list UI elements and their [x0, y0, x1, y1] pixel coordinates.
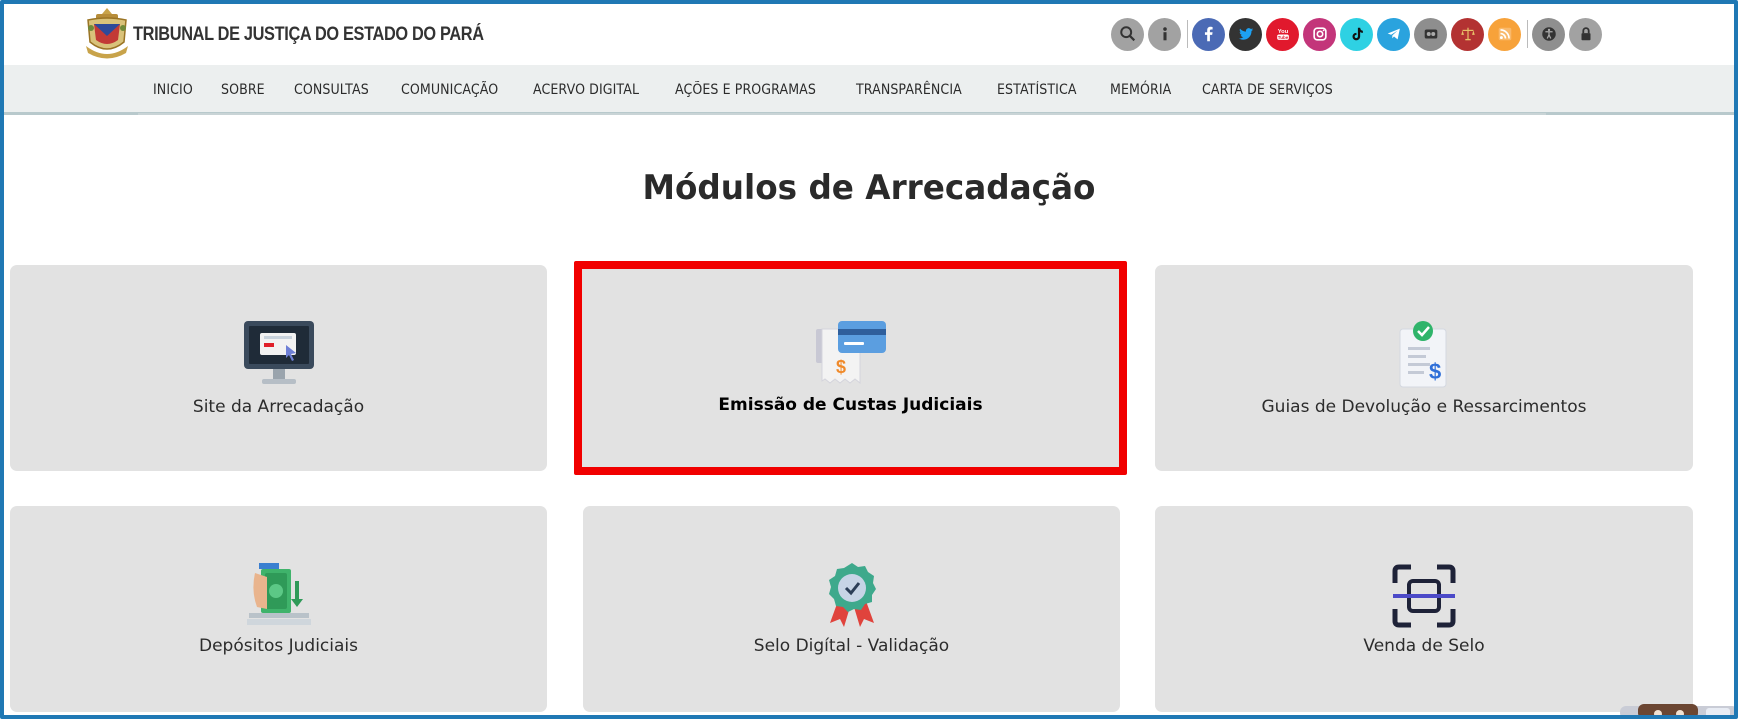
- module-card-site-arrecadacao[interactable]: Site da Arrecadação: [10, 265, 547, 471]
- module-card-label: Guias de Devolução e Ressarcimentos: [1261, 397, 1587, 417]
- brand-name[interactable]: TRIBUNAL DE JUSTIÇA DO ESTADO DO PARÁ: [133, 24, 484, 46]
- facebook-icon[interactable]: [1192, 17, 1225, 51]
- nav-menu: INICIO SOBRE CONSULTAS COMUNICAÇÃO ACERV…: [153, 65, 1371, 115]
- chat-assistant-avatar[interactable]: [1620, 704, 1738, 719]
- nav-item-sobre[interactable]: SOBRE: [221, 82, 265, 98]
- document-dollar-check-icon: $: [1394, 321, 1454, 394]
- rss-icon[interactable]: [1488, 17, 1521, 51]
- justice-scales-icon[interactable]: [1451, 17, 1484, 51]
- svg-text:$: $: [836, 357, 846, 377]
- module-card-selo-digital-validacao[interactable]: Selo Digítal - Validação: [583, 506, 1120, 712]
- nav-item-acoes-e-programas[interactable]: AÇÕES E PROGRAMAS: [675, 82, 816, 98]
- nav-item-comunicacao[interactable]: COMUNICAÇÃO: [401, 82, 498, 98]
- module-card-label: Site da Arrecadação: [192, 397, 365, 417]
- youtube-icon[interactable]: You Tube: [1266, 17, 1299, 51]
- instagram-icon[interactable]: [1303, 17, 1336, 51]
- module-card-depositos-judiciais[interactable]: Depósitos Judiciais: [10, 506, 547, 712]
- module-card-label: Depósitos Judiciais: [198, 636, 359, 656]
- info-icon[interactable]: [1148, 17, 1181, 51]
- nav-item-estatistica[interactable]: ESTATÍSTICA: [997, 82, 1077, 98]
- separator: [1527, 20, 1528, 48]
- computer-monitor-icon: [242, 319, 316, 392]
- separator: [1187, 20, 1188, 48]
- svg-text:Tube: Tube: [1277, 35, 1288, 40]
- module-card-venda-de-selo[interactable]: Venda de Selo: [1155, 506, 1693, 712]
- header-icon-bar: You Tube: [1111, 16, 1606, 52]
- nav-item-memoria[interactable]: MEMÓRIA: [1110, 82, 1171, 98]
- nav-item-transparencia[interactable]: TRANSPARÊNCIA: [856, 82, 962, 98]
- nav-item-inicio[interactable]: INICIO: [153, 82, 193, 98]
- tjpa-coat-of-arms-icon[interactable]: [82, 6, 132, 62]
- lock-icon[interactable]: [1569, 17, 1602, 51]
- module-card-guias-devolucao[interactable]: $ Guias de Devolução e Ressarcimentos: [1155, 265, 1693, 471]
- main-navigation: INICIO SOBRE CONSULTAS COMUNICAÇÃO ACERV…: [4, 65, 1734, 115]
- accessibility-icon[interactable]: [1532, 17, 1565, 51]
- award-badge-icon: [822, 561, 882, 634]
- search-icon[interactable]: [1111, 17, 1144, 51]
- module-card-label: Emissão de Custas Judiciais: [718, 395, 983, 415]
- page-title: Módulos de Arrecadação: [642, 168, 1096, 208]
- module-card-label: Venda de Selo: [1363, 636, 1485, 656]
- nav-item-carta-de-servicos[interactable]: CARTA DE SERVIÇOS: [1202, 82, 1333, 98]
- nav-underline: [138, 113, 1546, 115]
- credit-card-receipt-icon: $: [814, 319, 888, 394]
- telegram-icon[interactable]: [1377, 17, 1410, 51]
- svg-text:$: $: [1429, 359, 1441, 384]
- flickr-icon[interactable]: [1414, 17, 1447, 51]
- module-card-emissao-custas[interactable]: $ Emissão de Custas Judiciais: [574, 261, 1127, 475]
- top-header: TRIBUNAL DE JUSTIÇA DO ESTADO DO PARÁ Yo…: [4, 4, 1734, 65]
- cash-deposit-icon: [245, 561, 313, 634]
- twitter-icon[interactable]: [1229, 17, 1262, 51]
- module-card-label: Selo Digítal - Validação: [753, 636, 950, 656]
- nav-item-acervo-digital[interactable]: ACERVO DIGITAL: [533, 82, 639, 98]
- scan-frame-icon: [1391, 563, 1457, 634]
- nav-item-consultas[interactable]: CONSULTAS: [294, 82, 369, 98]
- tiktok-icon[interactable]: [1340, 17, 1373, 51]
